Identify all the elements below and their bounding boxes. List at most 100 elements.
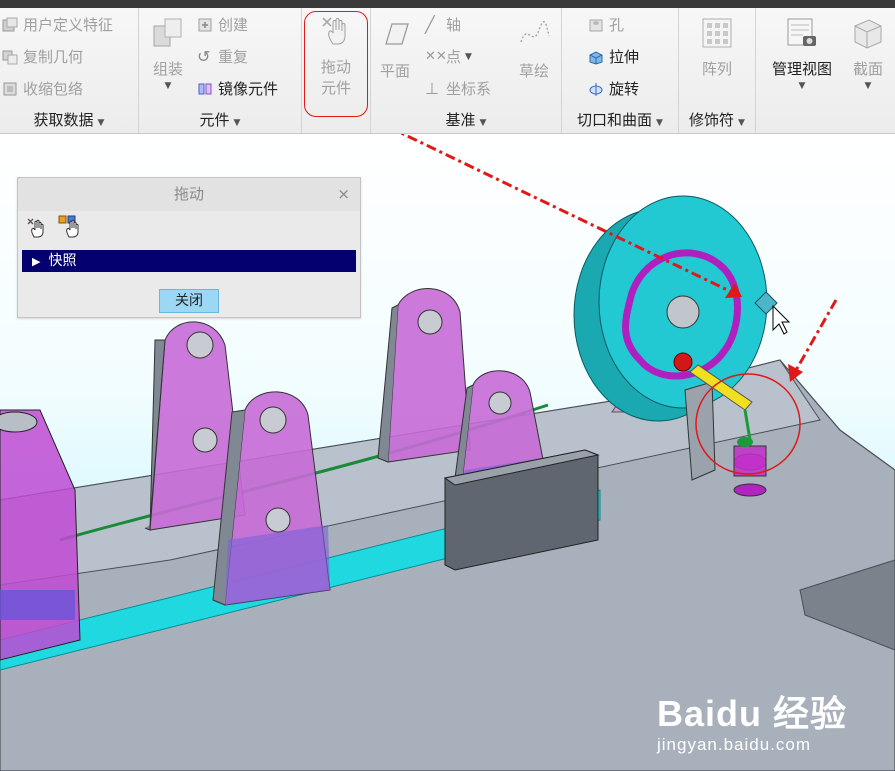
hole-label: 孔	[609, 16, 625, 34]
bracket-2	[212, 391, 331, 606]
datum-csys-button[interactable]: ⊥ 坐标系	[425, 78, 491, 99]
section-chevron-icon: ▼	[864, 81, 872, 91]
group-cut-surface: 孔 拉伸 旋转 切口和曲面 ▼	[562, 8, 679, 133]
repeat-icon: ↺	[197, 46, 211, 66]
cut-surface-group-label[interactable]: 切口和曲面 ▼	[562, 109, 678, 130]
group-component: 组装 ▼ 创建 ↺ 重复 镜像元件 元件 ▼	[139, 8, 302, 133]
get-data-label-text: 获取数据	[33, 111, 94, 129]
section-icon	[854, 19, 882, 49]
csys-label: 坐标系	[446, 80, 492, 98]
bracket-3	[377, 288, 471, 463]
create-component-button[interactable]: 创建	[197, 14, 248, 35]
get-data-group-label[interactable]: 获取数据 ▼	[0, 109, 138, 130]
close-icon[interactable]: ×	[337, 185, 350, 203]
plane-label: 平面	[379, 62, 410, 80]
datum-label-text: 基准	[445, 111, 476, 129]
copy-geometry-button[interactable]: 复制几何	[2, 46, 83, 67]
section-button[interactable]: 截面 ▼	[844, 16, 892, 91]
manage-views-label: 管理视图	[771, 60, 832, 78]
chevron-down-icon: ▼	[233, 118, 241, 128]
chevron-down-icon: ▼	[738, 118, 745, 128]
revolve-icon	[589, 82, 603, 96]
pattern-label: 阵列	[701, 60, 732, 78]
manage-views-chevron-icon: ▼	[798, 81, 806, 91]
chevron-down-icon: ▼	[97, 118, 105, 128]
pattern-icon	[702, 18, 732, 48]
component-label-text: 元件	[199, 111, 230, 129]
mirror-component-button[interactable]: 镜像元件	[197, 78, 278, 99]
manage-views-icon	[787, 18, 816, 46]
hole-button[interactable]: 孔	[588, 14, 624, 35]
group-datum: 平面 ╱ 轴 ✕✕ 点 ▼ ⊥ 坐标系 草绘 基准 ▼	[371, 8, 562, 133]
left-block	[0, 409, 81, 661]
assemble-label: 组装	[152, 60, 183, 78]
datum-group-label[interactable]: 基准 ▼	[371, 109, 561, 130]
manage-views-button[interactable]: 管理视图 ▼	[762, 16, 842, 91]
datum-point-button[interactable]: ✕✕ 点 ▼	[425, 46, 472, 67]
assemble-icon	[153, 18, 182, 47]
sketch-label: 草绘	[518, 62, 549, 80]
left-block-boss	[0, 411, 38, 433]
repeat-label: 重复	[218, 48, 249, 66]
copy-geometry-icon	[2, 50, 18, 64]
datum-plane-button[interactable]: 平面	[373, 18, 417, 81]
drag-dialog-title[interactable]: 拖动	[18, 178, 360, 211]
component-group-label[interactable]: 元件 ▼	[139, 109, 301, 130]
window-top-strip	[0, 0, 895, 8]
shrinkwrap-button[interactable]: 收缩包络	[2, 78, 83, 99]
chevron-down-icon: ▼	[656, 118, 663, 128]
copy-geometry-label: 复制几何	[23, 48, 84, 66]
axis-label: 轴	[446, 16, 462, 34]
snapshot-section-header[interactable]: ▶ 快照	[22, 250, 356, 272]
expand-triangle-icon: ▶	[32, 255, 41, 268]
annotation-arrow-2	[793, 299, 838, 373]
user-defined-feature-label: 用户定义特征	[23, 16, 114, 34]
sketch-button[interactable]: 草绘	[511, 18, 557, 81]
point-drag-icon[interactable]	[26, 217, 48, 239]
ribbon-toolbar: 用户定义特征 复制几何 收缩包络 获取数据 ▼ 组装 ▼ 创建 ↺ 重复 镜像元…	[0, 8, 895, 134]
modifier-label-text: 修饰符	[689, 111, 735, 129]
group-view: 管理视图 ▼ 截面 ▼	[756, 8, 895, 133]
left-block-band	[0, 590, 75, 620]
modifier-group-label[interactable]: 修饰符 ▼	[679, 109, 755, 130]
drag-tool-highlight	[304, 11, 368, 117]
mirror-icon	[198, 83, 212, 94]
chevron-down-icon: ▼	[479, 118, 487, 128]
extrude-label: 拉伸	[609, 48, 640, 66]
sketch-icon	[520, 21, 550, 43]
extrude-button[interactable]: 拉伸	[588, 46, 639, 67]
axis-icon: ╱	[425, 14, 435, 34]
dialog-toolbar	[18, 211, 360, 247]
watermark-brand: Baidu 经验	[656, 693, 847, 734]
hole-icon	[589, 19, 603, 31]
point-icon: ✕✕	[425, 48, 447, 64]
datum-axis-button[interactable]: ╱ 轴	[425, 14, 461, 35]
shrinkwrap-icon	[3, 82, 17, 95]
pattern-button[interactable]: 阵列	[693, 16, 741, 79]
point-label: 点	[446, 48, 462, 66]
user-defined-feature-button[interactable]: 用户定义特征	[2, 14, 113, 35]
csys-icon: ⊥	[425, 78, 439, 98]
body-drag-icon[interactable]	[58, 215, 84, 239]
cut-surface-label-text: 切口和曲面	[577, 111, 653, 129]
repeat-button[interactable]: ↺ 重复	[197, 46, 248, 67]
assemble-chevron-icon: ▼	[164, 81, 172, 91]
mouse-cursor-icon	[772, 304, 791, 335]
point-chevron-icon: ▼	[465, 51, 472, 62]
baidu-watermark: Baidu 经验 jingyan.baidu.com	[657, 685, 847, 755]
group-modifier: 阵列 修饰符 ▼	[679, 8, 756, 133]
shrinkwrap-label: 收缩包络	[23, 80, 84, 98]
drag-dialog[interactable]: 拖动 × ▶ 快照 关闭	[17, 177, 361, 318]
udf-icon	[2, 17, 18, 31]
create-icon	[198, 18, 212, 31]
close-button[interactable]: 关闭	[159, 289, 219, 313]
group-get-data: 用户定义特征 复制几何 收缩包络 获取数据 ▼	[0, 8, 139, 133]
revolve-label: 旋转	[609, 80, 640, 98]
mirror-label: 镜像元件	[218, 80, 279, 98]
plane-icon	[385, 23, 409, 45]
assemble-button[interactable]: 组装 ▼	[143, 16, 193, 91]
section-label: 截面	[852, 60, 883, 78]
snapshot-label: 快照	[48, 253, 77, 269]
create-label: 创建	[218, 16, 249, 34]
revolve-button[interactable]: 旋转	[588, 78, 639, 99]
